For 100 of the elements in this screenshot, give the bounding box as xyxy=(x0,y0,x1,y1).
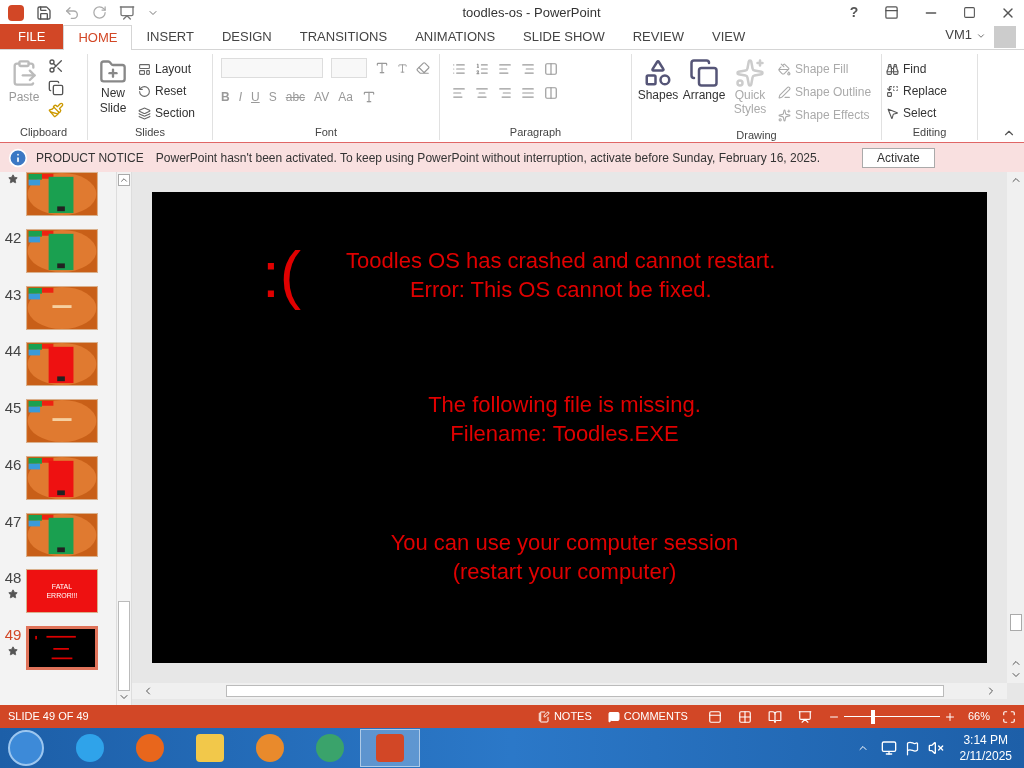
redo-icon[interactable] xyxy=(92,5,107,20)
slide-thumbnail[interactable] xyxy=(26,399,98,444)
comment-icon xyxy=(607,710,620,723)
paragraph-tool-icon[interactable] xyxy=(475,62,489,76)
comments-button[interactable]: COMMENTS xyxy=(607,708,688,725)
shrink-font-icon[interactable] xyxy=(397,62,408,74)
thumbnail-drawing xyxy=(27,343,97,386)
font-size-field[interactable] xyxy=(331,58,367,78)
font-name-field[interactable] xyxy=(221,58,323,78)
restore-icon[interactable] xyxy=(963,6,976,19)
slide-sorter-icon[interactable] xyxy=(737,709,752,724)
slide-number: 49 xyxy=(4,626,22,645)
save-icon[interactable] xyxy=(36,4,52,21)
editing-item[interactable]: Select xyxy=(886,102,948,124)
flag-icon[interactable] xyxy=(904,740,920,756)
format-painter-icon[interactable] xyxy=(48,102,64,118)
scroll-thumb[interactable] xyxy=(226,685,944,697)
notes-button[interactable]: NOTES xyxy=(537,708,592,725)
slides-menu-item[interactable]: Section xyxy=(138,102,196,124)
slide-number: 45 xyxy=(4,399,22,418)
slide-number: 47 xyxy=(4,512,22,531)
thumbnail-drawing xyxy=(27,456,97,499)
zoom-slider[interactable] xyxy=(843,709,940,724)
zoom-in-icon[interactable] xyxy=(943,710,956,723)
ribbon-tab[interactable]: INSERT xyxy=(132,24,208,49)
editing-item[interactable]: Replace xyxy=(886,80,948,102)
volume-muted-icon[interactable] xyxy=(927,740,944,756)
ribbon-tab[interactable]: VIEW xyxy=(698,24,760,49)
new-slide-icon xyxy=(99,58,127,86)
alignment-icon[interactable] xyxy=(452,86,466,100)
section-icon xyxy=(138,106,151,120)
paragraph-tool-icon[interactable] xyxy=(498,62,512,76)
reading-view-icon[interactable] xyxy=(767,709,782,724)
slide-thumbnail[interactable] xyxy=(26,172,98,216)
slide-thumbnail[interactable] xyxy=(26,455,98,500)
grow-font-icon[interactable] xyxy=(375,61,389,75)
slide-text: (restart your computer) xyxy=(452,558,677,586)
slide-thumbnail[interactable] xyxy=(26,342,98,387)
account-name: VM1 xyxy=(945,25,972,44)
cut-icon[interactable] xyxy=(48,58,64,74)
sparkle-icon xyxy=(778,109,791,122)
clear-formatting-icon[interactable] xyxy=(416,61,430,75)
account-menu-icon[interactable] xyxy=(976,31,986,41)
drawing-tool-button[interactable]: Shapes xyxy=(637,88,679,102)
paragraph-tool-icon[interactable] xyxy=(452,62,466,76)
pen-icon xyxy=(778,86,791,99)
pointer-icon xyxy=(886,106,899,120)
ribbon-tab[interactable]: HOME xyxy=(63,25,133,50)
window-title: toodles-os - PowerPoint xyxy=(462,3,601,22)
editing-item[interactable]: Find xyxy=(886,58,948,80)
start-button[interactable] xyxy=(8,730,44,766)
group-label: Paragraph xyxy=(508,125,563,140)
slide-thumbnail[interactable] xyxy=(26,285,98,330)
slide-number: 48 xyxy=(4,569,22,588)
scroll-up-icon[interactable] xyxy=(118,174,130,186)
new-slide-button[interactable]: New Slide xyxy=(99,86,127,116)
slideshow-view-icon[interactable] xyxy=(797,709,812,724)
alignment-icon[interactable] xyxy=(544,86,558,100)
slide-number: 43 xyxy=(4,285,22,304)
slideshow-icon[interactable] xyxy=(119,4,135,21)
undo-icon[interactable] xyxy=(64,4,80,21)
clock-date: 2/11/2025 xyxy=(959,748,1012,764)
alignment-icon[interactable] xyxy=(521,86,535,100)
slides-menu-item[interactable]: Reset xyxy=(138,80,196,102)
fit-slide-icon[interactable] xyxy=(1002,709,1016,724)
slide-text: You can use your computer session xyxy=(390,529,739,557)
drawing-tool-icon xyxy=(689,58,719,88)
file-tab[interactable]: FILE xyxy=(0,24,64,49)
drawing-tool-button[interactable]: Arrange xyxy=(682,88,726,102)
paragraph-tool-icon[interactable] xyxy=(521,62,535,76)
ribbon-display-icon[interactable] xyxy=(884,5,899,20)
sad-face: :( xyxy=(262,240,302,310)
ribbon-tab[interactable]: REVIEW xyxy=(618,24,698,49)
notice-title: PRODUCT NOTICE xyxy=(36,149,144,167)
taskbar-app[interactable] xyxy=(360,729,420,767)
slide-thumbnail[interactable] xyxy=(26,512,98,557)
slide-thumbnail[interactable] xyxy=(26,228,98,273)
scroll-thumb[interactable] xyxy=(118,601,130,691)
scroll-thumb[interactable] xyxy=(1009,614,1022,631)
ribbon-tab[interactable]: SLIDE SHOW xyxy=(509,24,619,49)
group-label: Drawing xyxy=(735,128,778,143)
help-button[interactable]: ? xyxy=(844,2,864,23)
activate-button[interactable]: Activate xyxy=(862,147,935,168)
copy-icon[interactable] xyxy=(48,80,64,96)
slides-menu-item[interactable]: Layout xyxy=(138,58,196,80)
thumbnail-drawing xyxy=(27,513,97,556)
paragraph-tool-icon[interactable] xyxy=(544,62,558,76)
ribbon-tab[interactable]: DESIGN xyxy=(207,24,286,49)
slide-number: 42 xyxy=(4,228,22,247)
slide-thumbnail[interactable] xyxy=(26,626,98,671)
group-label: Font xyxy=(314,125,338,140)
normal-view-icon[interactable] xyxy=(707,709,722,724)
alignment-icon[interactable] xyxy=(475,86,489,100)
slide-text: Error: This OS cannot be fixed. xyxy=(409,276,712,304)
alignment-icon[interactable] xyxy=(498,86,512,100)
ribbon-tab[interactable]: TRANSITIONS xyxy=(285,24,402,49)
font-color-icon[interactable] xyxy=(361,90,376,104)
network-icon[interactable] xyxy=(880,740,897,756)
ribbon-tab[interactable]: ANIMATIONS xyxy=(401,24,510,49)
info-icon xyxy=(8,147,28,168)
